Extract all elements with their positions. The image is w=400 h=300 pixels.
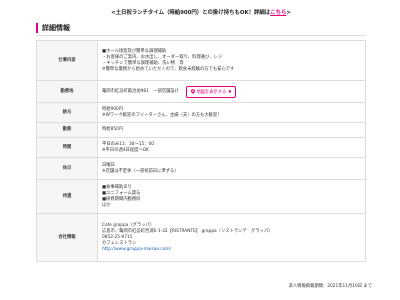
table-row: 仕事内容 ■ホール接客及び簡単な調理補助 ・お客様のご案内、お水出し、オーダー取… xyxy=(36,40,366,81)
location-address: 亀岡市紅忌町鍛冶坊981 一部店舗設け xyxy=(102,88,179,94)
table-row: 待遇 ■食事補助あり ■ユニフォーム貸与 ■研修期間内勤務同 ほか xyxy=(36,179,366,214)
hours-line: ※平日の週4日程度〜OK xyxy=(102,147,149,153)
table-row: 休日 日曜日 ※店舗は不定休（一部祝前日に準ずる） xyxy=(36,157,366,180)
benefits-line: ほか xyxy=(102,202,111,208)
notice-link[interactable]: こちら xyxy=(270,10,286,16)
row-value-hours: 平日のみ11：30〜15：00 ※平日の週4日程度〜OK xyxy=(97,137,366,158)
table-row: 給与 時給900円 ※Wワーク歓迎のフリーターさん、主婦（夫）の方も大歓迎！ xyxy=(36,102,366,123)
row-label-hours: 時間 xyxy=(36,137,98,158)
row-value-wage: 時給900円 ※Wワーク歓迎のフリーターさん、主婦（夫）の方も大歓迎！ xyxy=(97,102,366,123)
listing-period: 求人情報掲載期間：2021年11月10日 まで xyxy=(288,284,372,289)
section-accent-bar xyxy=(36,23,38,33)
company-website-link[interactable]: http://www.grappa-maisae.com/ xyxy=(102,247,361,253)
notice-banner: <土日祝ランチタイム（時給900円）との掛け持ちもOK！詳細はこちら> xyxy=(36,8,366,16)
row-label-wage: 給与 xyxy=(36,102,98,123)
row-label-transport: 勤務 xyxy=(36,122,98,138)
table-row: 勤務 時給850円 xyxy=(36,122,366,138)
notice-suffix: > xyxy=(286,10,291,16)
row-label-company: 会社情報 xyxy=(36,213,98,262)
row-value-holiday: 日曜日 ※店舗は不定休（一部祝前日に準ずる） xyxy=(97,157,366,180)
row-label-location: 勤務地 xyxy=(36,80,98,103)
row-value-company: Cafe grappa（グラッパ） 広島市／亀岡市紅忌町西浦6-1-32【RIS… xyxy=(97,213,366,262)
row-label-job: 仕事内容 xyxy=(36,40,98,81)
job-line: ※簡単な業務から始めていただくので、飲食未経験の方でも安心です xyxy=(102,66,235,72)
table-row: 会社情報 Cafe grappa（グラッパ） 広島市／亀岡市紅忌町西浦6-1-3… xyxy=(36,213,366,262)
section-title: 詳細情報 xyxy=(42,24,70,32)
details-table: 仕事内容 ■ホール接客及び簡単な調理補助 ・お客様のご案内、お水出し、オーダー取… xyxy=(36,40,366,262)
table-row: 時間 平日のみ11：30〜15：00 ※平日の週4日程度〜OK xyxy=(36,137,366,158)
notice-text: <土日祝ランチタイム（時給900円）との掛け持ちもOK！詳細は xyxy=(111,10,271,16)
row-value-benefits: ■食事補助あり ■ユニフォーム貸与 ■研修期間内勤務同 ほか xyxy=(97,179,366,214)
transport-line: 時給850円 xyxy=(102,127,124,132)
section-header: 詳細情報 xyxy=(36,22,366,36)
table-row: 勤務地 亀岡市紅忌町鍛冶坊981 一部店舗設け 地図を表示する ▼ xyxy=(36,80,366,103)
map-pin-icon xyxy=(191,88,196,94)
holiday-line: ※店舗は不定休（一部祝前日に準ずる） xyxy=(102,168,179,174)
row-label-benefits: 待遇 xyxy=(36,179,98,214)
row-value-job: ■ホール接客及び簡単な調理補助 ・お客様のご案内、お水出し、オーダー取り、料理運… xyxy=(97,40,366,81)
chevron-down-icon: ▼ xyxy=(228,88,232,94)
row-value-location: 亀岡市紅忌町鍛冶坊981 一部店舗設け 地図を表示する ▼ xyxy=(97,80,366,103)
show-map-label: 地図を表示する xyxy=(196,89,227,95)
show-map-button[interactable]: 地図を表示する ▼ xyxy=(186,85,237,98)
row-label-holiday: 休日 xyxy=(36,157,98,180)
row-value-transport: 時給850円 xyxy=(97,122,366,138)
wage-line: ※Wワーク歓迎のフリーターさん、主婦（夫）の方も大歓迎！ xyxy=(102,112,222,118)
